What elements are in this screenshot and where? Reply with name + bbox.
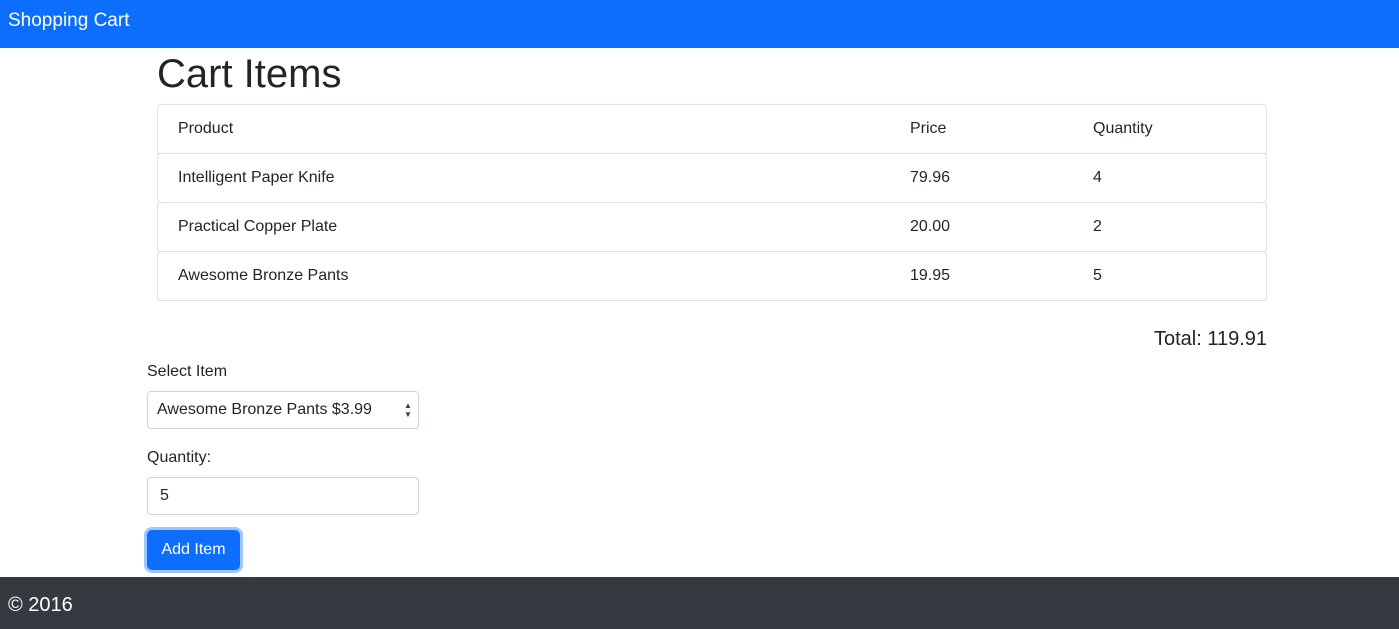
cell-product: Intelligent Paper Knife bbox=[178, 169, 335, 186]
cell-quantity: 4 bbox=[1093, 169, 1102, 186]
cart-table: Product Price Quantity Intelligent Paper… bbox=[157, 104, 1267, 301]
table-row: Practical Copper Plate 20.00 2 bbox=[157, 202, 1267, 252]
header-price: Price bbox=[910, 120, 947, 137]
navbar-brand[interactable]: Shopping Cart bbox=[8, 10, 129, 32]
quantity-label: Quantity: bbox=[147, 449, 212, 466]
selected-item-text: Awesome Bronze Pants $3.99 bbox=[157, 401, 372, 418]
page-title: Cart Items bbox=[157, 52, 342, 96]
navbar: Shopping Cart bbox=[0, 0, 1399, 48]
cart-total: Total: 119.91 bbox=[1153, 328, 1267, 350]
select-arrows-icon: ▲ ▼ bbox=[404, 401, 412, 419]
item-select[interactable]: Awesome Bronze Pants $3.99 ▲ ▼ bbox=[147, 391, 419, 429]
cell-product: Awesome Bronze Pants bbox=[178, 267, 349, 284]
cell-quantity: 5 bbox=[1093, 267, 1102, 284]
cell-quantity: 2 bbox=[1093, 218, 1102, 235]
table-row: Awesome Bronze Pants 19.95 5 bbox=[157, 251, 1267, 301]
table-row: Intelligent Paper Knife 79.96 4 bbox=[157, 153, 1267, 203]
cell-price: 79.96 bbox=[910, 169, 951, 186]
table-header-row: Product Price Quantity bbox=[157, 104, 1267, 154]
cell-product: Practical Copper Plate bbox=[178, 218, 338, 235]
cell-price: 19.95 bbox=[910, 267, 951, 284]
footer: © 2016 bbox=[0, 577, 1399, 629]
header-quantity: Quantity bbox=[1093, 120, 1153, 137]
header-product: Product bbox=[178, 120, 234, 137]
select-item-label: Select Item bbox=[147, 363, 228, 380]
cell-price: 20.00 bbox=[910, 218, 951, 235]
add-item-button[interactable]: Add Item bbox=[147, 530, 240, 570]
footer-copyright: © 2016 bbox=[8, 594, 73, 616]
quantity-input[interactable] bbox=[147, 477, 419, 515]
